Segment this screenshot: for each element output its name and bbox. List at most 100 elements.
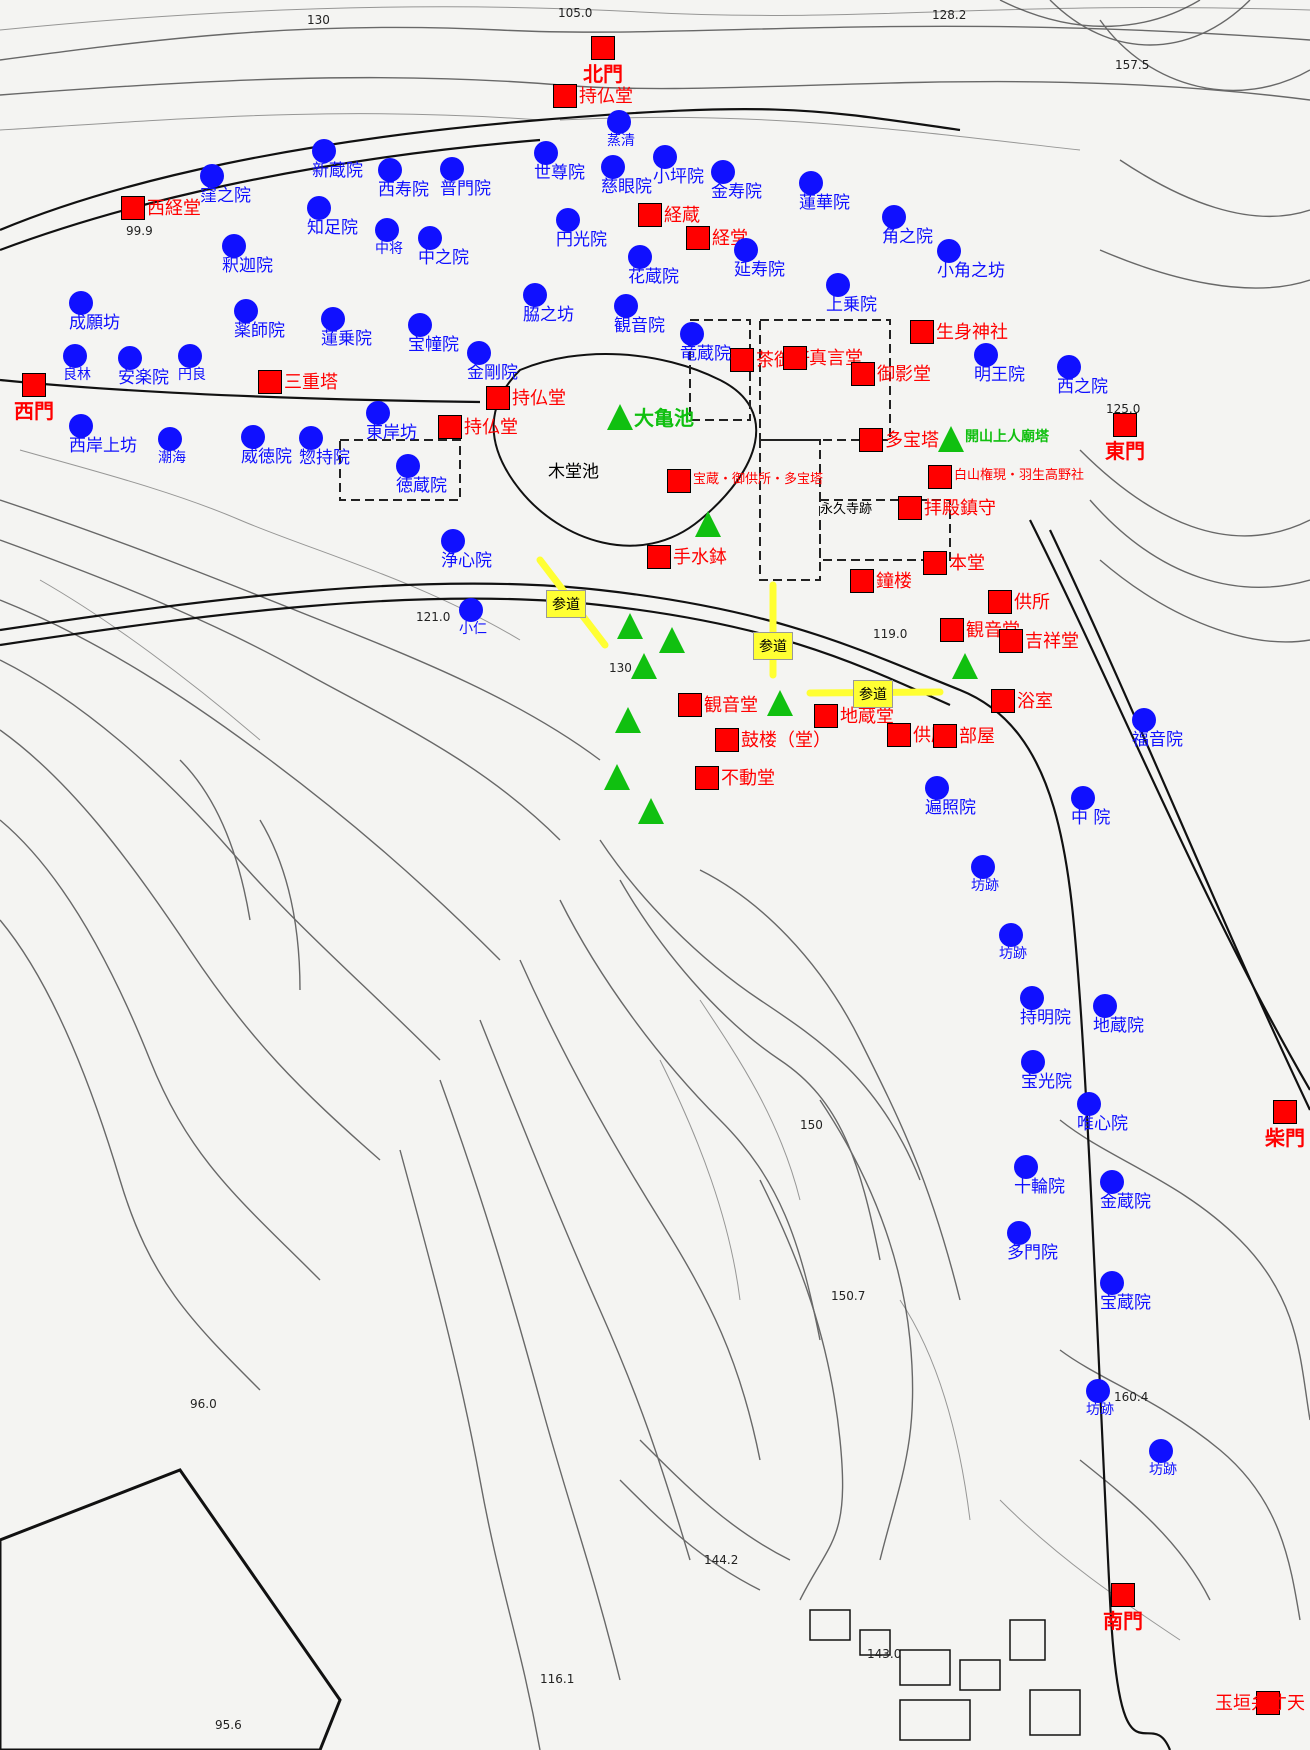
- subtemple-label: 蒸清: [607, 133, 635, 149]
- subtemple-dot-icon: [467, 341, 491, 365]
- temple-site-map: 105.0 128.2 130 157.5 99.9 125.0 121.0 130 119.0…: [0, 0, 1310, 1750]
- subtemple-label: 坊跡: [999, 946, 1027, 962]
- building-label: 御影堂: [877, 364, 931, 385]
- subtemple-label: 宝光院: [1021, 1072, 1072, 1092]
- elevation-label: 116.1: [540, 1672, 575, 1686]
- building-square-icon: [686, 226, 710, 250]
- subtemple-dot-icon: [178, 344, 202, 368]
- building-square-icon: [988, 590, 1012, 614]
- building-label: 白山権現・羽生高野社: [954, 468, 1085, 483]
- building-square-icon: [678, 693, 702, 717]
- elevation-label: 95.6: [215, 1718, 242, 1732]
- subtemple-label: 惣持院: [299, 448, 350, 468]
- gate-square-icon: [1111, 1583, 1135, 1607]
- subtemple-label: 潮海: [158, 450, 186, 466]
- shrine-triangle-icon: [659, 627, 685, 653]
- subtemple-dot-icon: [523, 283, 547, 307]
- building-square-icon: [258, 370, 282, 394]
- building-label: 持仏堂: [579, 86, 633, 107]
- building-label: 三重塔: [284, 372, 338, 393]
- subtemple-label: 持明院: [1020, 1008, 1071, 1028]
- subtemple-label: 唯心院: [1077, 1114, 1128, 1134]
- subtemple-label: 金蔵院: [1100, 1192, 1151, 1212]
- building-square-icon: [999, 629, 1023, 653]
- subtemple-label: 東岸坊: [366, 423, 417, 443]
- subtemple-dot-icon: [1014, 1155, 1038, 1179]
- subtemple-label: 窪之院: [200, 186, 251, 206]
- gate-square-icon: [22, 373, 46, 397]
- subtemple-dot-icon: [971, 855, 995, 879]
- gate-label: 南門: [1103, 1609, 1143, 1633]
- subtemple-label: 十輪院: [1014, 1177, 1065, 1197]
- building-square-icon: [991, 689, 1015, 713]
- subtemple-dot-icon: [628, 245, 652, 269]
- subtemple-label: 中将: [375, 241, 403, 257]
- subtemple-label: 蓮乗院: [321, 329, 372, 349]
- elevation-label: 128.2: [932, 8, 967, 22]
- approach-label-1: 参道: [546, 590, 586, 618]
- subtemple-dot-icon: [1071, 786, 1095, 810]
- building-label: 拝殿鎮守: [924, 498, 996, 519]
- subtemple-dot-icon: [408, 313, 432, 337]
- subtemple-label: 明王院: [974, 365, 1025, 385]
- building-label: 鐘楼: [876, 571, 912, 592]
- subtemple-dot-icon: [534, 141, 558, 165]
- subtemple-dot-icon: [459, 598, 483, 622]
- subtemple-dot-icon: [1132, 708, 1156, 732]
- building-label: 経蔵: [664, 205, 700, 226]
- subtemple-label: 坊跡: [1086, 1402, 1114, 1418]
- building-label: 吉祥堂: [1025, 631, 1079, 652]
- building-square-icon: [647, 545, 671, 569]
- subtemple-label: 坊跡: [1149, 1462, 1177, 1478]
- building-label: 不動堂: [721, 768, 775, 789]
- subtemple-dot-icon: [826, 273, 850, 297]
- subtemple-dot-icon: [63, 344, 87, 368]
- subtemple-label: 釈迦院: [222, 256, 273, 276]
- subtemple-label: 徳蔵院: [396, 476, 447, 496]
- elevation-label: 150: [800, 1118, 823, 1132]
- subtemple-dot-icon: [974, 343, 998, 367]
- gate-square-icon: [1113, 413, 1137, 437]
- subtemple-dot-icon: [1007, 1221, 1031, 1245]
- building-square-icon: [667, 469, 691, 493]
- gate-label: 東門: [1105, 439, 1145, 463]
- building-square-icon: [730, 348, 754, 372]
- subtemple-label: 薬師院: [234, 321, 285, 341]
- shrine-label: 開山上人廟塔: [965, 429, 1049, 445]
- building-label: 地蔵堂: [840, 706, 894, 727]
- subtemple-label: 角之院: [882, 227, 933, 247]
- place-label: 木堂池: [548, 462, 599, 482]
- subtemple-dot-icon: [653, 145, 677, 169]
- approach-label-3: 参道: [853, 680, 893, 708]
- gate-label: 西門: [14, 399, 54, 423]
- subtemple-label: 上乗院: [826, 295, 877, 315]
- building-label: 宝蔵・御供所・多宝塔: [693, 472, 824, 487]
- building-label: 浴室: [1017, 691, 1053, 712]
- building-square-icon: [940, 618, 964, 642]
- building-square-icon: [850, 569, 874, 593]
- subtemple-label: 金剛院: [467, 363, 518, 383]
- approach-label-2: 参道: [753, 632, 793, 660]
- subtemple-label: 花蔵院: [628, 267, 679, 287]
- building-square-icon: [783, 346, 807, 370]
- gate-label: 北門: [583, 62, 623, 86]
- elevation-label: 143.0: [867, 1647, 902, 1661]
- subtemple-dot-icon: [680, 322, 704, 346]
- subtemple-dot-icon: [937, 239, 961, 263]
- elevation-label: 130: [307, 13, 330, 27]
- subtemple-dot-icon: [241, 425, 265, 449]
- subtemple-dot-icon: [69, 414, 93, 438]
- subtemple-label: 西寿院: [378, 180, 429, 200]
- shrine-triangle-icon: [631, 653, 657, 679]
- building-square-icon: [553, 84, 577, 108]
- building-label: 観音堂: [704, 695, 758, 716]
- subtemple-label: 成願坊: [69, 313, 120, 333]
- building-square-icon: [928, 465, 952, 489]
- building-label: 西経堂: [147, 198, 201, 219]
- shrine-triangle-icon: [607, 404, 633, 430]
- subtemple-label: 浄心院: [441, 551, 492, 571]
- building-square-icon: [933, 724, 957, 748]
- subtemple-dot-icon: [882, 205, 906, 229]
- subtemple-label: 遍照院: [925, 798, 976, 818]
- subtemple-dot-icon: [118, 346, 142, 370]
